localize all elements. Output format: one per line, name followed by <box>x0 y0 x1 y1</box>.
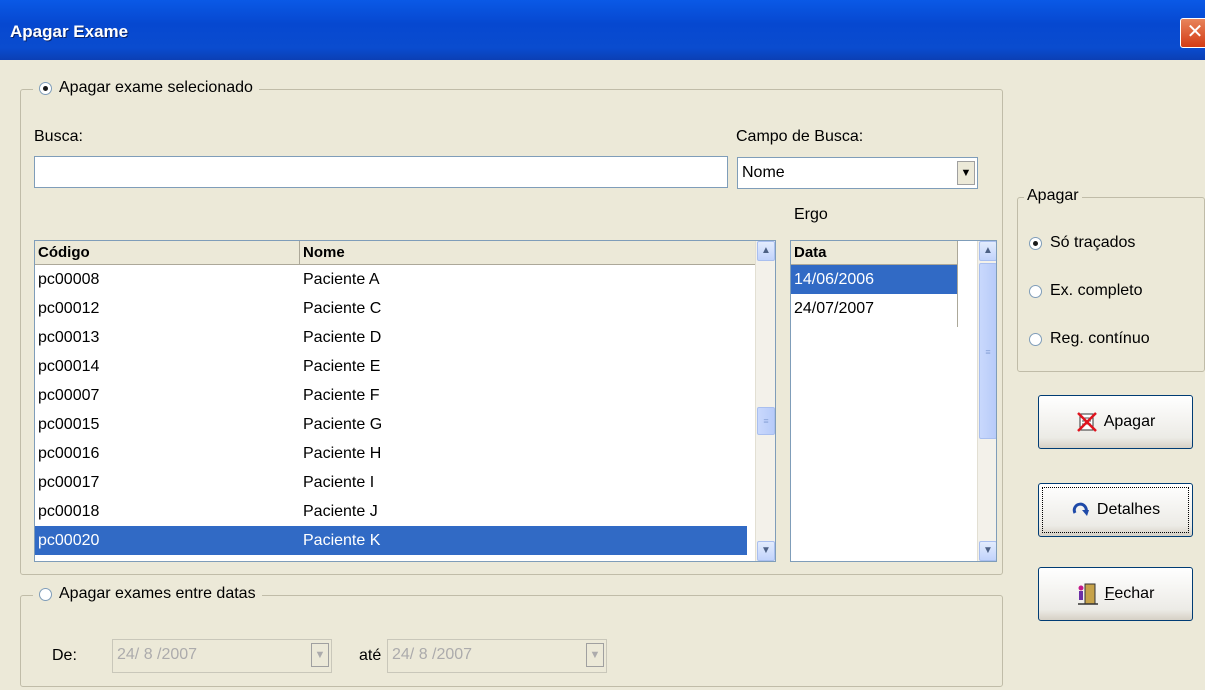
scroll-thumb[interactable]: ≡ <box>979 263 996 439</box>
delete-document-icon <box>1076 412 1097 432</box>
selected-exam-group: Apagar exame selecionado Busca: Campo de… <box>20 79 1003 575</box>
patients-scrollbar[interactable]: ▲ ≡ ▼ <box>755 241 775 561</box>
delete-option-radio[interactable] <box>1029 236 1042 250</box>
cell-nome: Paciente C <box>303 300 382 317</box>
selected-exam-radio[interactable] <box>39 81 52 95</box>
patients-list[interactable]: Código Nome ▲ ≡ ▼ pc00008 Paciente Apc000… <box>34 240 776 562</box>
scroll-down-icon[interactable]: ▼ <box>979 541 996 561</box>
delete-option-radio[interactable] <box>1029 332 1042 346</box>
table-row[interactable]: pc00018 Paciente J <box>35 497 755 526</box>
from-date-picker[interactable]: 24/ 8 /2007 ▼ <box>112 639 332 673</box>
window-title: Apagar Exame <box>10 22 129 41</box>
column-header-codigo[interactable]: Código <box>35 241 300 265</box>
cell-codigo: pc00008 <box>38 271 100 288</box>
cell-nome: Paciente G <box>303 416 383 433</box>
dates-scrollbar[interactable]: ▲ ≡ ▼ <box>977 241 996 561</box>
cell-data: 24/07/2007 <box>794 300 875 317</box>
delete-option-radio[interactable] <box>1029 284 1042 298</box>
table-row[interactable]: pc00020 Paciente K <box>35 526 755 555</box>
cell-nome: Paciente I <box>303 474 375 491</box>
scroll-up-icon[interactable]: ▲ <box>979 241 996 261</box>
cell-codigo: pc00016 <box>38 445 100 462</box>
fechar-accel: F <box>1104 585 1115 602</box>
table-row[interactable]: pc00017 Paciente I <box>35 468 755 497</box>
scroll-up-icon[interactable]: ▲ <box>757 241 775 261</box>
close-button[interactable]: ✕ <box>1180 18 1205 48</box>
table-row[interactable]: pc00007 Paciente F <box>35 381 755 410</box>
exam-dates-list[interactable]: Data ▲ ≡ ▼ 14/06/2006 24/07/2007 <box>790 240 997 562</box>
delete-mode-group: Apagar Só traçados Ex. completo Reg. contí… <box>1017 187 1205 372</box>
from-label: De: <box>52 647 77 664</box>
delete-option[interactable]: Só traçados <box>1029 234 1135 252</box>
from-date-value: 24/ 8 /2007 <box>117 646 198 663</box>
to-label: até <box>359 647 382 664</box>
date-range-label: Apagar exames entre datas <box>59 585 256 602</box>
date-range-option[interactable]: Apagar exames entre datas <box>33 585 262 603</box>
refresh-arrow-icon <box>1072 502 1089 516</box>
to-date-picker[interactable]: 24/ 8 /2007 ▼ <box>387 639 607 673</box>
delete-option[interactable]: Reg. contínuo <box>1029 330 1150 348</box>
scroll-thumb[interactable]: ≡ <box>757 407 775 435</box>
cell-codigo: pc00013 <box>38 329 100 346</box>
delete-option-label: Só traçados <box>1050 234 1136 251</box>
search-field-select[interactable]: Nome ▼ <box>737 157 978 189</box>
date-range-group: Apagar exames entre datas De: 24/ 8 /200… <box>20 585 1003 687</box>
search-label: Busca: <box>34 128 83 145</box>
dialog-client: Apagar exame selecionado Busca: Campo de… <box>0 60 1205 690</box>
selected-exam-option[interactable]: Apagar exame selecionado <box>33 79 259 97</box>
exit-door-icon <box>1077 583 1098 605</box>
cell-codigo: pc00017 <box>38 474 100 491</box>
cell-codigo: pc00012 <box>38 300 100 317</box>
delete-option-label: Reg. contínuo <box>1050 330 1150 347</box>
cell-codigo: pc00014 <box>38 358 100 375</box>
chevron-down-icon[interactable]: ▼ <box>957 161 975 185</box>
delete-option-label: Ex. completo <box>1050 282 1143 299</box>
table-row[interactable]: pc00012 Paciente C <box>35 294 755 323</box>
table-row[interactable]: pc00008 Paciente A <box>35 265 755 294</box>
cell-codigo: pc00020 <box>35 526 300 555</box>
column-header-data[interactable]: Data <box>791 241 958 265</box>
fechar-rest: echar <box>1114 585 1155 602</box>
cell-codigo: pc00018 <box>38 503 100 520</box>
table-row[interactable]: pc00013 Paciente D <box>35 323 755 352</box>
scroll-down-icon[interactable]: ▼ <box>757 541 775 561</box>
table-row[interactable]: pc00015 Paciente G <box>35 410 755 439</box>
apagar-button[interactable]: Apagar <box>1038 395 1193 449</box>
chevron-down-icon[interactable]: ▼ <box>311 643 329 667</box>
close-icon: ✕ <box>1186 21 1204 43</box>
cell-nome: Paciente A <box>303 271 380 288</box>
date-range-radio[interactable] <box>39 587 52 601</box>
table-row[interactable]: pc00016 Paciente H <box>35 439 755 468</box>
cell-nome: Paciente D <box>303 329 382 346</box>
cell-data: 14/06/2006 <box>791 265 957 294</box>
search-input[interactable] <box>34 156 728 188</box>
cell-nome: Paciente H <box>303 445 382 462</box>
column-header-nome[interactable]: Nome <box>300 241 756 265</box>
fechar-label: Fechar <box>1105 585 1155 603</box>
cell-codigo: pc00007 <box>38 387 100 404</box>
detalhes-button[interactable]: Detalhes <box>1038 483 1193 537</box>
table-row[interactable]: pc00014 Paciente E <box>35 352 755 381</box>
search-field-value: Nome <box>742 164 785 181</box>
ergo-label: Ergo <box>794 206 828 223</box>
search-field-label: Campo de Busca: <box>736 128 864 145</box>
fechar-button[interactable]: Fechar <box>1038 567 1193 621</box>
cell-codigo: pc00015 <box>38 416 100 433</box>
cell-nome: Paciente F <box>303 387 380 404</box>
selected-exam-label: Apagar exame selecionado <box>59 79 253 96</box>
chevron-down-icon[interactable]: ▼ <box>586 643 604 667</box>
cell-nome: Paciente E <box>303 358 381 375</box>
list-item[interactable]: 24/07/2007 <box>791 294 957 323</box>
delete-mode-legend: Apagar <box>1024 187 1082 205</box>
delete-option[interactable]: Ex. completo <box>1029 282 1142 300</box>
title-bar: Apagar Exame ✕ <box>0 0 1205 60</box>
column-divider <box>957 265 958 327</box>
apagar-label: Apagar <box>1103 413 1156 430</box>
list-item[interactable]: 14/06/2006 <box>791 265 957 294</box>
cell-nome: Paciente J <box>303 503 378 520</box>
cell-nome: Paciente K <box>300 526 747 555</box>
detalhes-label: Detalhes <box>1096 501 1161 518</box>
to-date-value: 24/ 8 /2007 <box>392 646 473 663</box>
